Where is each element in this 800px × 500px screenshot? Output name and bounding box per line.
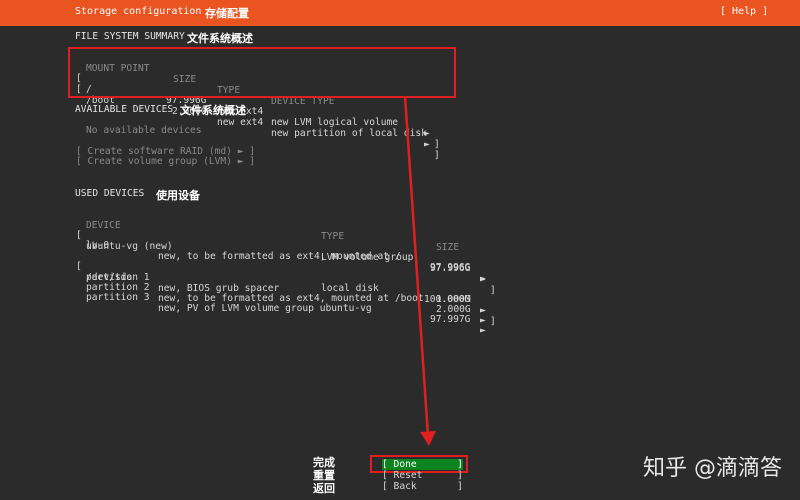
watermark: 知乎 @滴滴答 <box>643 456 782 481</box>
done-button[interactable]: [ Done ] <box>382 459 463 470</box>
back-button[interactable]: [ Back ] <box>382 481 463 492</box>
reset-button[interactable]: [ Reset ] <box>382 470 463 481</box>
back-label-cn: 返回 <box>313 482 335 495</box>
annotation-arrow-icon <box>403 95 436 446</box>
